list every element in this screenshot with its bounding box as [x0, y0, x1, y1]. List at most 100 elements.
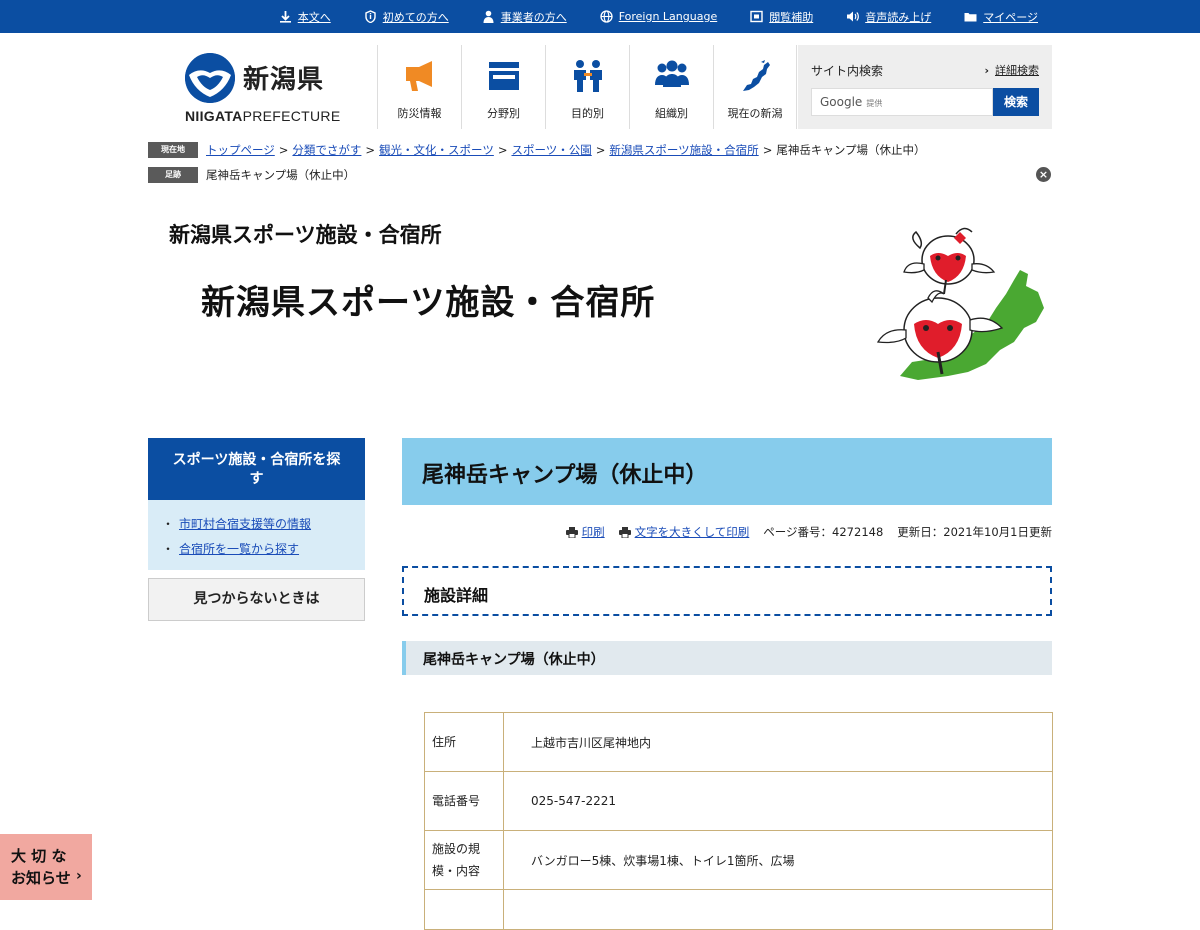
table-key-next [424, 889, 504, 930]
nav-item-current-niigata[interactable]: 現在の新潟 [713, 45, 797, 129]
banner-subtitle: 新潟県スポーツ施設・合宿所 [169, 223, 442, 247]
search-label: サイト内検索 [811, 64, 884, 78]
print-link[interactable]: 印刷 [582, 524, 605, 540]
printer-large-icon [618, 526, 631, 538]
sidebar-link-list[interactable]: 合宿所を一覧から探す [179, 542, 299, 556]
first-time-link[interactable]: 初めての方へ [364, 9, 449, 25]
foreign-language-link[interactable]: Foreign Language [600, 10, 718, 23]
nav-item-field[interactable]: 分野別 [461, 45, 545, 129]
search-button[interactable]: 検索 [993, 88, 1039, 116]
nav-label-purpose: 目的別 [571, 107, 604, 120]
print-large-link[interactable]: 文字を大きくして印刷 [635, 524, 750, 540]
bullet-icon: ・ [162, 517, 175, 531]
footprint: 足跡 尾神岳キャンプ場（休止中） [148, 166, 355, 184]
logo-subtitle-bold: NIIGATA [185, 108, 243, 124]
sidebar-list: ・市町村合宿支援等の情報 ・合宿所を一覧から探す [148, 500, 365, 570]
mascot-illustration-icon [868, 212, 1048, 384]
footprint-item[interactable]: 尾神岳キャンプ場（休止中） [206, 167, 355, 183]
nav-label-organization: 組織別 [655, 107, 688, 120]
nav-item-organization[interactable]: 組織別 [629, 45, 713, 129]
chevron-right-icon: › [984, 64, 989, 77]
sidebar-heading: スポーツ施設・合宿所を探す [148, 438, 365, 500]
chevron-right-icon: › [76, 868, 82, 884]
arrow-down-icon [279, 10, 292, 23]
megaphone-icon [403, 59, 437, 93]
speaker-icon [846, 10, 860, 23]
table-row: 電話番号 025-547-2221 [424, 771, 1053, 831]
breadcrumb-separator: > [497, 143, 508, 157]
subsection-heading: 尾神岳キャンプ場（休止中） [402, 641, 1052, 675]
logo-title: 新潟県 [243, 65, 325, 95]
printer-icon [565, 526, 578, 538]
site-search: サイト内検索 › 詳細検索 Google 提供 検索 [798, 45, 1052, 129]
niigata-map-icon [739, 59, 773, 93]
table-row [424, 889, 1053, 930]
not-found-button[interactable]: 見つからないときは [148, 578, 365, 621]
footprint-tag: 足跡 [148, 167, 198, 183]
updated-date: 更新日：2021年10月1日更新 [897, 525, 1052, 539]
skip-to-content-link[interactable]: 本文へ [279, 9, 331, 25]
niigata-logo-mark-icon [185, 53, 235, 103]
close-footprint-icon[interactable]: × [1036, 167, 1051, 182]
search-input[interactable]: Google 提供 [811, 88, 993, 116]
business-link[interactable]: 事業者の方へ [482, 9, 567, 25]
google-text: Google [820, 95, 863, 109]
advanced-search-label: 詳細検索 [995, 64, 1039, 77]
foreign-language-label: Foreign Language [618, 10, 718, 23]
folder-icon [964, 10, 977, 23]
section-heading: 施設詳細 [402, 566, 1052, 616]
table-key-phone: 電話番号 [424, 771, 504, 831]
mascot-bird-top [903, 227, 996, 295]
logo-subtitle-rest: PREFECTURE [242, 108, 341, 124]
utility-links: 本文へ 初めての方へ 事業者の方へ Foreign Language 閲覧補助 [246, 0, 1038, 33]
breadcrumb: 現在地 トップページ > 分類でさがす > 観光・文化・スポーツ > スポーツ・… [148, 141, 925, 159]
first-time-label: 初めての方へ [382, 10, 449, 24]
two-people-icon [571, 59, 605, 93]
mypage-label: マイページ [983, 10, 1038, 24]
sidebar-link-support[interactable]: 市町村合宿支援等の情報 [179, 517, 311, 531]
breadcrumb-link-category[interactable]: 分類でさがす [292, 142, 361, 158]
info-shield-icon [364, 10, 377, 24]
globe-icon [600, 10, 613, 23]
nav-item-purpose[interactable]: 目的別 [545, 45, 629, 129]
table-key-address: 住所 [424, 712, 504, 772]
nav-item-disaster[interactable]: 防災情報 [377, 45, 461, 129]
global-nav: 防災情報 分野別 目的別 組織別 現在の新潟 [377, 45, 797, 129]
mypage-link[interactable]: マイページ [964, 9, 1038, 25]
breadcrumb-separator: > [365, 143, 376, 157]
notice-line1: 大 切 な [11, 847, 67, 865]
read-aloud-link[interactable]: 音声読み上げ [846, 9, 931, 25]
nav-label-disaster: 防災情報 [397, 107, 442, 120]
person-icon [482, 10, 495, 23]
nav-label-field: 分野別 [487, 107, 520, 120]
breadcrumb-link-facilities[interactable]: 新潟県スポーツ施設・合宿所 [609, 142, 758, 158]
tray-icon [487, 59, 521, 93]
breadcrumb-separator: > [595, 143, 606, 157]
breadcrumb-tag: 現在地 [148, 142, 198, 158]
logo-subtitle: NIIGATAPREFECTURE [185, 108, 340, 124]
table-row: 住所 上越市吉川区尾神地内 [424, 712, 1053, 772]
advanced-search-link[interactable]: › 詳細検索 [984, 62, 1039, 78]
bullet-icon: ・ [162, 542, 175, 556]
facility-table: 住所 上越市吉川区尾神地内 電話番号 025-547-2221 施設の規模・内容… [424, 712, 1053, 930]
breadcrumb-separator: > [278, 143, 289, 157]
sidebar-item-list: ・合宿所を一覧から探す [162, 537, 365, 562]
site-logo[interactable]: 新潟県 NIIGATAPREFECTURE [183, 51, 340, 126]
breadcrumb-link-top[interactable]: トップページ [206, 142, 275, 158]
breadcrumb-link-sports[interactable]: スポーツ・公園 [511, 142, 591, 158]
display-icon [750, 10, 763, 23]
nav-label-current-niigata: 現在の新潟 [727, 107, 783, 120]
breadcrumb-link-tourism[interactable]: 観光・文化・スポーツ [379, 142, 494, 158]
breadcrumb-current: 尾神岳キャンプ場（休止中） [776, 143, 926, 157]
important-notice-button[interactable]: 大 切 な お知らせ › [0, 834, 92, 900]
skip-to-content-label: 本文へ [297, 10, 331, 24]
accessibility-label: 閲覧補助 [769, 10, 814, 24]
page-meta: 印刷 文字を大きくして印刷 ページ番号：4272148 更新日：2021年10月… [402, 523, 1052, 541]
page-title: 尾神岳キャンプ場（休止中） [402, 438, 1052, 505]
banner-title: 新潟県スポーツ施設・合宿所 [201, 283, 656, 323]
table-key-scale: 施設の規模・内容 [424, 830, 504, 890]
sidebar-item-support: ・市町村合宿支援等の情報 [162, 512, 365, 537]
accessibility-link[interactable]: 閲覧補助 [750, 9, 813, 25]
read-aloud-label: 音声読み上げ [865, 10, 932, 24]
table-value-next [503, 889, 1053, 930]
